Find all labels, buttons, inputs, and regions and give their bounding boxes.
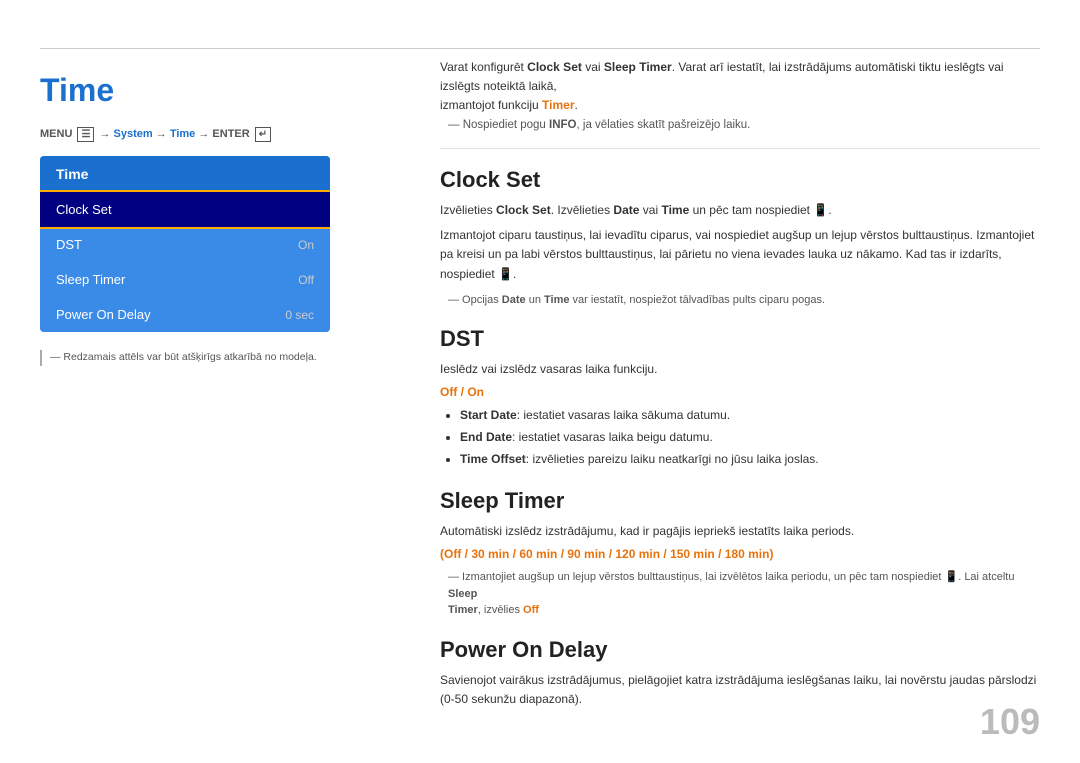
enter-icon: ↵ [255, 127, 271, 142]
intro-section: Varat konfigurēt Clock Set vai Sleep Tim… [440, 58, 1040, 149]
page-title: Time [40, 72, 400, 109]
dst-bullet-end: End Date: iestatiet vasaras laika beigu … [460, 427, 1040, 449]
sidebar-item-power-on-delay[interactable]: Power On Delay 0 sec [40, 297, 330, 332]
sidebar-header: Time [40, 156, 330, 192]
sidebar-menu: Time Clock Set DST On Sleep Timer Off Po… [40, 156, 330, 332]
menu-icon: ☰ [77, 127, 94, 142]
section-dst-title: DST [440, 326, 1040, 352]
right-panel: Varat konfigurēt Clock Set vai Sleep Tim… [440, 58, 1040, 715]
sidebar-item-dst[interactable]: DST On [40, 227, 330, 262]
section-power-on-delay: Power On Delay Savienojot vairākus izstr… [440, 637, 1040, 709]
section-power-on-delay-title: Power On Delay [440, 637, 1040, 663]
left-note: — Redzamais attēls var būt atšķirīgs atk… [40, 350, 400, 366]
section-power-on-delay-body: Savienojot vairākus izstrādājumus, pielā… [440, 671, 1040, 709]
menu-arrow1: → [99, 128, 113, 140]
section-clock-set-title: Clock Set [440, 167, 1040, 193]
section-sleep-timer-note: — Izmantojiet augšup un lejup vērstos bu… [440, 569, 1040, 619]
sidebar-sleep-timer-label: Sleep Timer [56, 272, 125, 287]
menu-system: System [114, 128, 153, 140]
section-dst-options: Off / On [440, 385, 1040, 399]
left-note-text: — Redzamais attēls var būt atšķirīgs atk… [50, 351, 317, 363]
section-clock-set-body2: Izmantojot ciparu taustiņus, lai ievadīt… [440, 226, 1040, 284]
intro-body: Varat konfigurēt Clock Set vai Sleep Tim… [440, 58, 1040, 116]
section-sleep-timer-options: (Off / 30 min / 60 min / 90 min / 120 mi… [440, 547, 1040, 561]
section-dst-bullets: Start Date: iestatiet vasaras laika sāku… [460, 405, 1040, 470]
section-sleep-timer: Sleep Timer Automātiski izslēdz izstrādā… [440, 488, 1040, 619]
sidebar-power-on-delay-label: Power On Delay [56, 307, 151, 322]
menu-time: Time [170, 128, 195, 140]
section-clock-set: Clock Set Izvēlieties Clock Set. Izvēlie… [440, 167, 1040, 308]
sidebar-dst-label: DST [56, 237, 82, 252]
dst-bullet-start: Start Date: iestatiet vasaras laika sāku… [460, 405, 1040, 427]
menu-arrow2: → [156, 128, 170, 140]
section-sleep-timer-title: Sleep Timer [440, 488, 1040, 514]
section-clock-set-note: — Opcijas Date un Time var iestatīt, nos… [440, 292, 1040, 309]
section-dst-body: Ieslēdz vai izslēdz vasaras laika funkci… [440, 360, 1040, 379]
dst-bullet-offset: Time Offset: izvēlieties pareizu laiku n… [460, 449, 1040, 471]
section-sleep-timer-body: Automātiski izslēdz izstrādājumu, kad ir… [440, 522, 1040, 541]
left-panel: Time MENU ☰ → System → Time → ENTER ↵ Ti… [40, 58, 400, 366]
sidebar-item-sleep-timer[interactable]: Sleep Timer Off [40, 262, 330, 297]
section-dst: DST Ieslēdz vai izslēdz vasaras laika fu… [440, 326, 1040, 470]
sidebar-dst-value: On [298, 238, 314, 252]
top-divider [40, 48, 1040, 49]
menu-prefix: MENU [40, 128, 75, 140]
page-number: 109 [980, 701, 1040, 743]
sidebar-item-clock-set[interactable]: Clock Set [40, 192, 330, 227]
section-clock-set-body1: Izvēlieties Clock Set. Izvēlieties Date … [440, 201, 1040, 220]
menu-arrow3: → ENTER [198, 128, 252, 140]
sidebar-power-on-delay-value: 0 sec [285, 308, 314, 322]
intro-note: — Nospiediet pogu INFO, ja vēlaties skat… [440, 116, 1040, 134]
sidebar-sleep-timer-value: Off [298, 273, 314, 287]
menu-path: MENU ☰ → System → Time → ENTER ↵ [40, 127, 400, 142]
sidebar-clock-set-label: Clock Set [56, 202, 112, 217]
